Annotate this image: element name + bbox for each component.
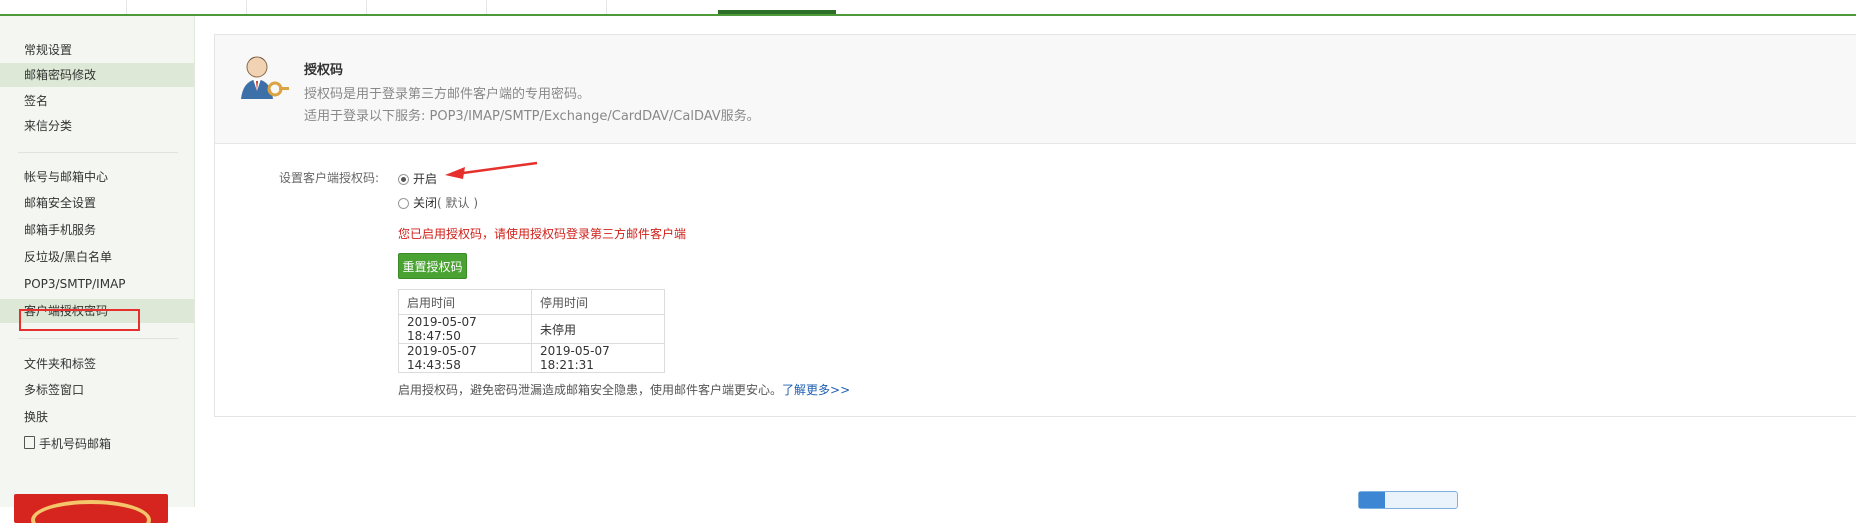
header-description: 授权码是用于登录第三方邮件客户端的专用密码。: [304, 87, 591, 102]
tab-separator: [126, 0, 127, 14]
panel-header: 授权码 授权码是用于登录第三方邮件客户端的专用密码。 适用于登录以下服务: PO…: [215, 35, 1856, 144]
sidebar-item-pop3-smtp-imap[interactable]: POP3/SMTP/IMAP: [0, 272, 194, 296]
auth-history-table: 启用时间 停用时间 2019-05-07 18:47:50 未停用 2019-0…: [398, 289, 665, 373]
tab-separator: [486, 0, 487, 14]
sidebar-item-signature[interactable]: 签名: [0, 89, 194, 113]
header-services: 适用于登录以下服务: POP3/IMAP/SMTP/Exchange/CardD…: [304, 109, 760, 124]
promo-banner[interactable]: [14, 494, 168, 523]
tab-separator: [606, 0, 607, 14]
auth-setting-label: 设置客户端授权码:: [279, 171, 380, 185]
table-header-row: 启用时间 停用时间: [398, 289, 665, 315]
top-tab-bar: [0, 0, 1856, 16]
sidebar-item-mobile-service[interactable]: 邮箱手机服务: [0, 218, 194, 242]
red-arrow-annotation: [445, 161, 538, 179]
radio-on-label: 开启: [413, 172, 438, 186]
auth-enabled-notice: 您已启用授权码，请使用授权码登录第三方邮件客户端: [398, 227, 687, 241]
settings-sidebar: 常规设置 邮箱密码修改 签名 来信分类 帐号与邮箱中心 邮箱安全设置 邮箱手机服…: [0, 16, 195, 523]
feedback-icon: [1359, 492, 1385, 508]
sidebar-item-account-center[interactable]: 帐号与邮箱中心: [0, 165, 194, 189]
sidebar-item-general[interactable]: 常规设置: [0, 38, 194, 62]
tab-separator: [366, 0, 367, 14]
sidebar-item-skin[interactable]: 换肤: [0, 405, 194, 429]
radio-on-control[interactable]: [398, 174, 409, 185]
table-cell: 未停用: [531, 314, 665, 344]
radio-off-control[interactable]: [398, 198, 409, 209]
feedback-button[interactable]: [1358, 491, 1458, 509]
sidebar-item-multi-tab[interactable]: 多标签窗口: [0, 378, 194, 402]
header-title: 授权码: [304, 63, 344, 78]
table-row: 2019-05-07 14:43:58 2019-05-07 18:21:31: [398, 343, 665, 373]
sidebar-item-folders-tags[interactable]: 文件夹和标签: [0, 352, 194, 376]
table-cell: 2019-05-07 18:21:31: [531, 343, 665, 373]
reset-auth-code-button[interactable]: 重置授权码: [398, 253, 467, 279]
radio-option-on[interactable]: 开启: [398, 171, 437, 187]
phone-icon: [24, 436, 35, 449]
radio-option-off[interactable]: 关闭( 默认 ): [398, 195, 478, 211]
column-disable-time: 停用时间: [531, 289, 665, 315]
user-key-icon: [241, 56, 289, 99]
radio-off-label: 关闭: [413, 196, 438, 210]
footnote-text: 启用授权码，避免密码泄漏造成邮箱安全隐患，使用邮件客户端更安心。: [398, 383, 783, 397]
radio-off-default-note: ( 默认 ): [437, 196, 479, 210]
table-cell: 2019-05-07 14:43:58: [398, 343, 532, 373]
sidebar-item-password[interactable]: 邮箱密码修改: [0, 63, 194, 87]
auth-footnote: 启用授权码，避免密码泄漏造成邮箱安全隐患，使用邮件客户端更安心。了解更多>>: [398, 381, 850, 398]
table-cell: 2019-05-07 18:47:50: [398, 314, 532, 344]
sidebar-divider: [18, 338, 178, 339]
column-enable-time: 启用时间: [398, 289, 532, 315]
auth-code-panel: 授权码 授权码是用于登录第三方邮件客户端的专用密码。 适用于登录以下服务: PO…: [214, 34, 1856, 417]
sidebar-item-security[interactable]: 邮箱安全设置: [0, 191, 194, 215]
sidebar-item-mail-filter[interactable]: 来信分类: [0, 114, 194, 138]
sidebar-item-phone-mailbox[interactable]: 手机号码邮箱: [0, 432, 194, 456]
promo-ring-graphic: [31, 500, 151, 523]
annotation-highlight-box: [19, 309, 140, 331]
sidebar-divider: [18, 152, 178, 153]
table-row: 2019-05-07 18:47:50 未停用: [398, 314, 665, 344]
sidebar-item-antispam[interactable]: 反垃圾/黑白名单: [0, 245, 194, 269]
learn-more-link[interactable]: 了解更多>>: [782, 383, 850, 397]
tab-separator: [246, 0, 247, 14]
sidebar-item-label: 手机号码邮箱: [39, 437, 112, 451]
active-tab-indicator[interactable]: [718, 10, 836, 14]
